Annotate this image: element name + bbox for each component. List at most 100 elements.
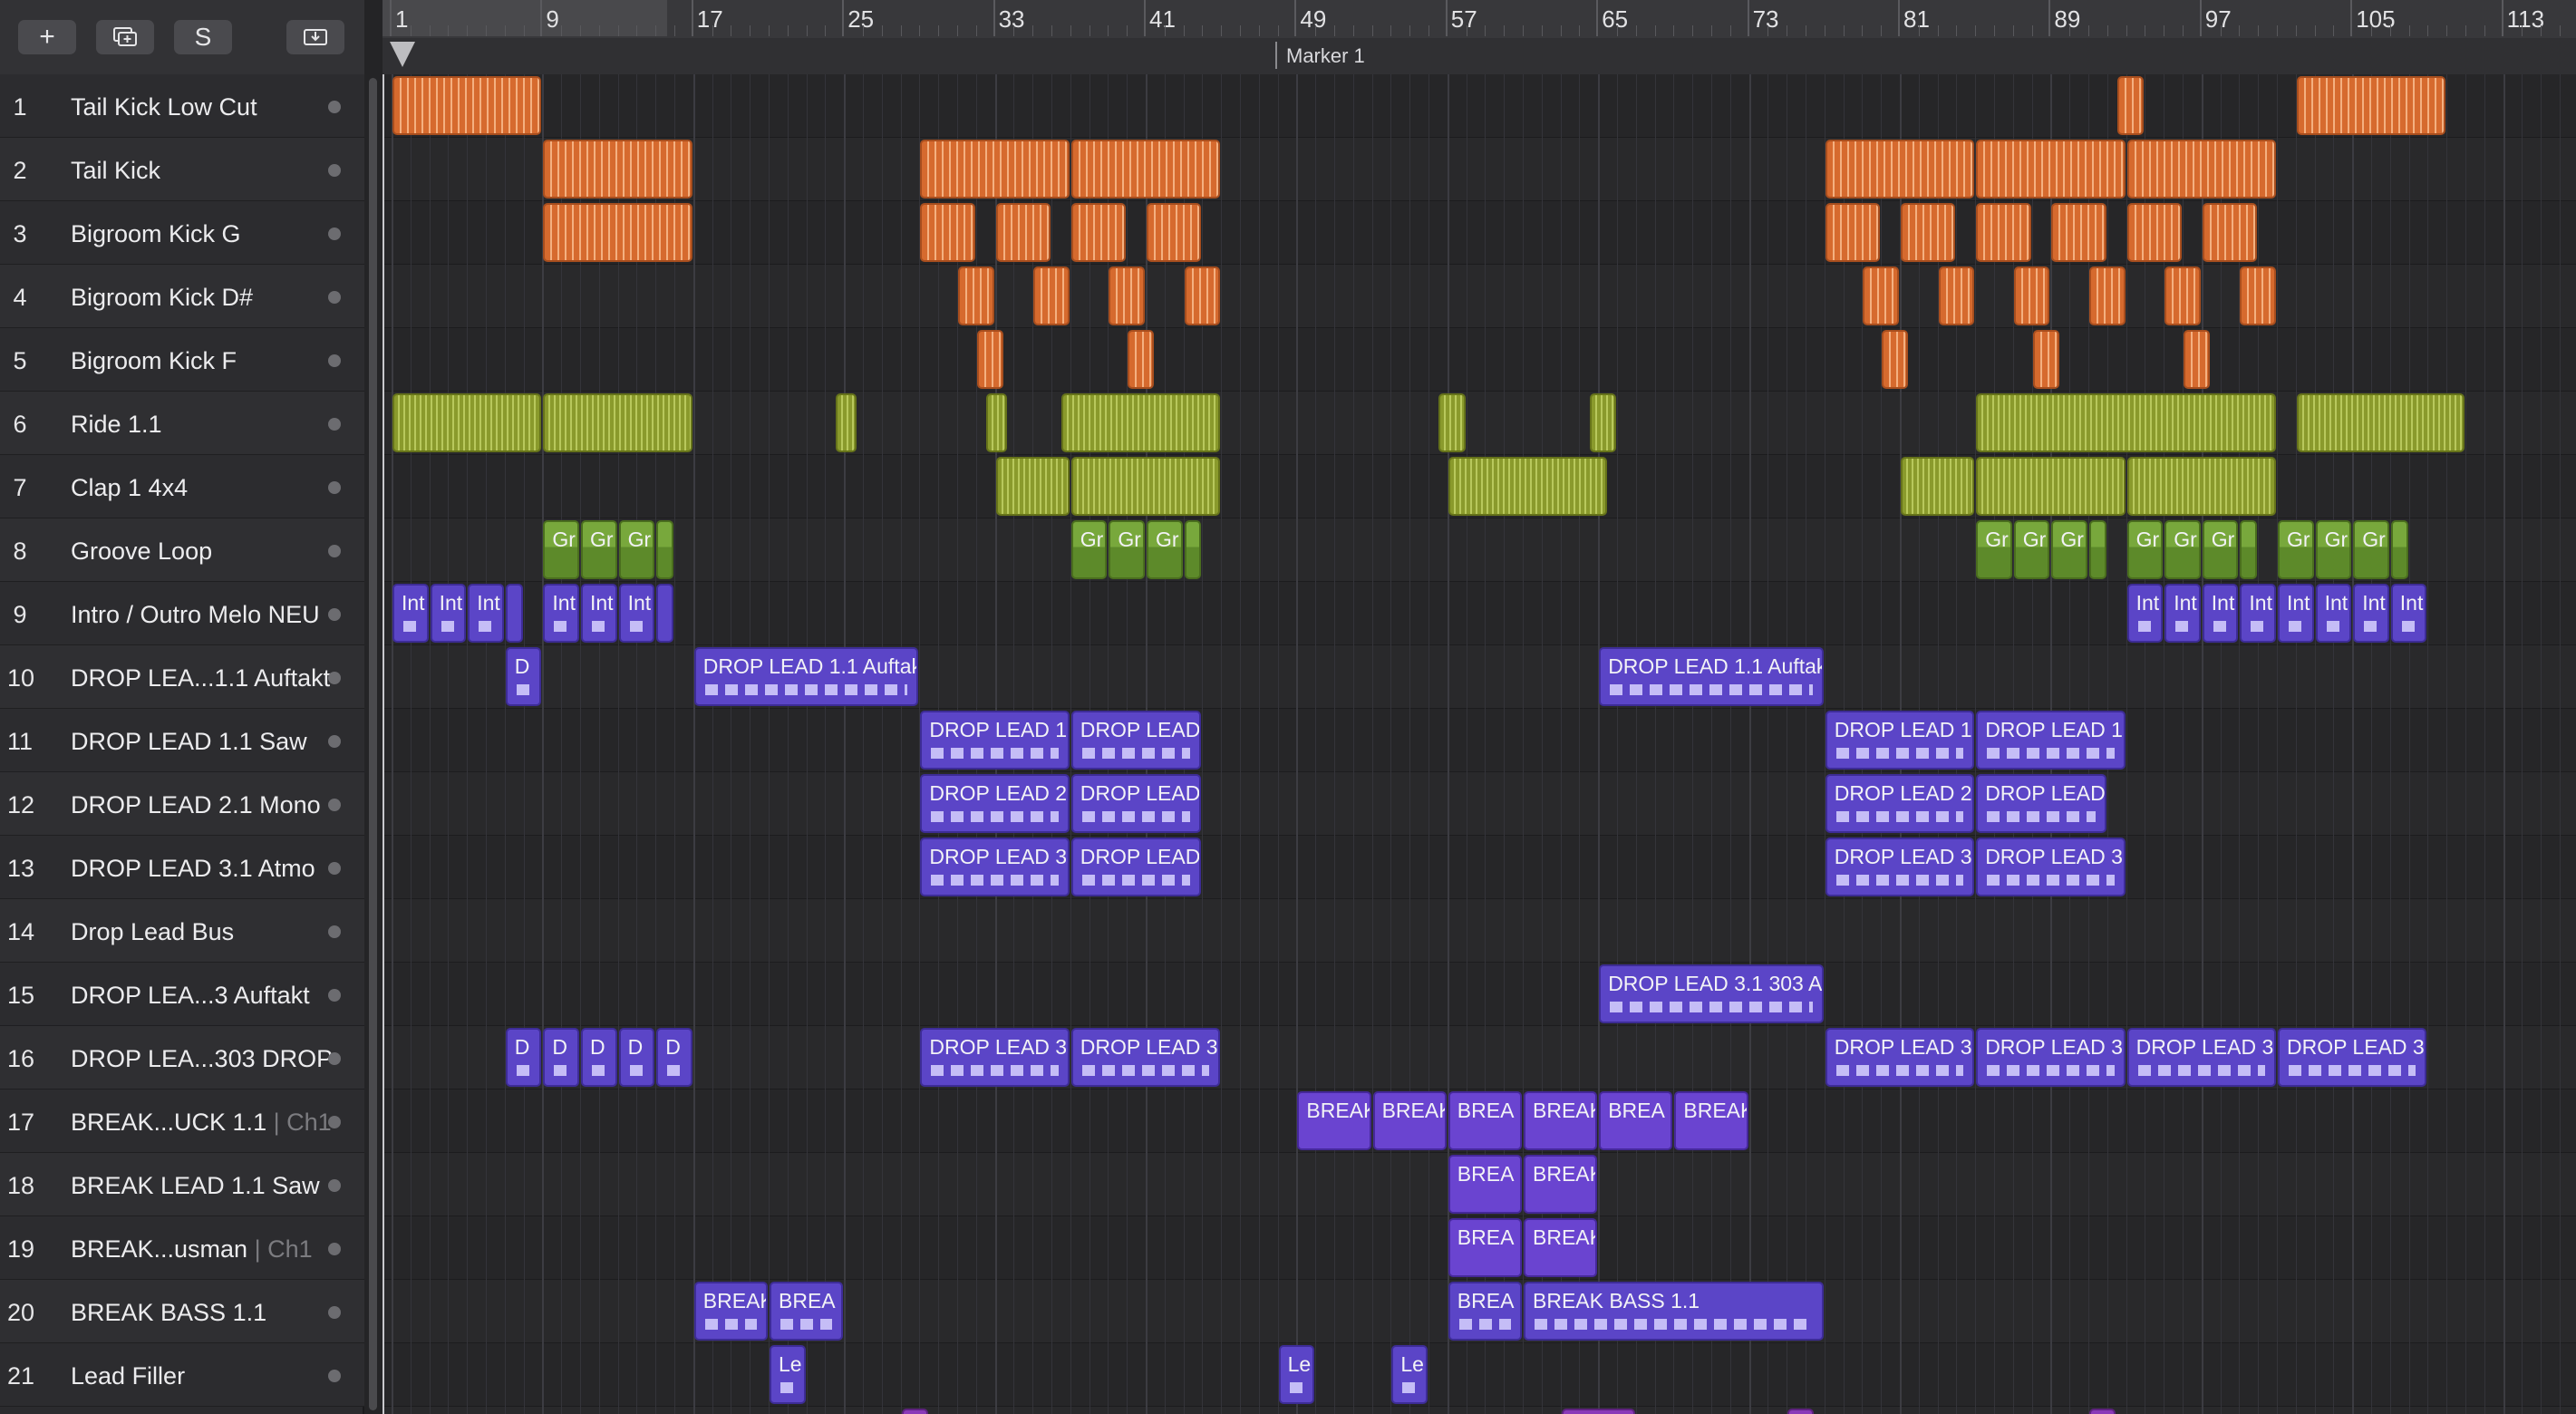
- track-header-2[interactable]: 2 Tail Kick: [0, 138, 364, 201]
- region[interactable]: Gr: [2315, 520, 2352, 579]
- record-enable-icon[interactable]: [328, 164, 341, 177]
- region[interactable]: BREAK: [1297, 1091, 1371, 1150]
- region[interactable]: Gr: [618, 520, 655, 579]
- track-name[interactable]: Bigroom Kick D#: [71, 284, 253, 312]
- region[interactable]: DROP LEAD 2.: [920, 774, 1070, 833]
- bar-ruler[interactable]: 1 9 17 25 33 41 49 57 65 73 81 89 97 105 113 Marker 1: [383, 0, 2576, 75]
- region[interactable]: DROP LEAD: [1070, 711, 1202, 770]
- region[interactable]: Int: [2353, 584, 2389, 643]
- track-header-13[interactable]: 13 DROP LEAD 3.1 Atmo: [0, 836, 364, 899]
- region[interactable]: BREA: [1448, 1155, 1522, 1214]
- region[interactable]: [656, 584, 673, 643]
- region[interactable]: D: [581, 1028, 617, 1087]
- track-name[interactable]: BREAK BASS 1.1: [71, 1299, 266, 1327]
- region[interactable]: [1589, 393, 1616, 452]
- record-enable-icon[interactable]: [328, 1370, 341, 1382]
- region[interactable]: [2126, 203, 2182, 262]
- region[interactable]: BREA: [1448, 1282, 1522, 1341]
- marker-lane[interactable]: [383, 38, 2576, 74]
- region[interactable]: [656, 520, 673, 579]
- region[interactable]: [986, 393, 1008, 452]
- region[interactable]: Gr: [2353, 520, 2389, 579]
- track-name[interactable]: BREAK...usman | Ch1: [71, 1235, 313, 1264]
- record-enable-icon[interactable]: [328, 799, 341, 811]
- region[interactable]: Int: [430, 584, 467, 643]
- record-enable-icon[interactable]: [328, 354, 341, 367]
- region[interactable]: DROP LEAD: [1976, 774, 2106, 833]
- region[interactable]: [1128, 330, 1155, 389]
- track-header-9[interactable]: 9 Intro / Outro Melo NEU: [0, 582, 364, 645]
- record-enable-icon[interactable]: [328, 545, 341, 557]
- region[interactable]: DROP LEAD: [1070, 774, 1202, 833]
- region[interactable]: DROP LEAD 3.1 303 A: [1599, 964, 1824, 1023]
- region[interactable]: [2240, 520, 2258, 579]
- region[interactable]: [1109, 266, 1145, 325]
- track-name[interactable]: DROP LEA...3 Auftakt: [71, 982, 310, 1010]
- region[interactable]: Int: [468, 584, 504, 643]
- track-header-6[interactable]: 6 Ride 1.1: [0, 392, 364, 455]
- region[interactable]: [543, 140, 692, 199]
- region[interactable]: DROP LEAD 3.: [1070, 1028, 1221, 1087]
- region[interactable]: [2089, 266, 2126, 325]
- track-header-12[interactable]: 12 DROP LEAD 2.1 Mono: [0, 772, 364, 836]
- add-track-button[interactable]: +: [18, 20, 76, 54]
- region[interactable]: [543, 393, 692, 452]
- region[interactable]: DROP LEAD: [1070, 838, 1202, 896]
- region[interactable]: [2390, 520, 2408, 579]
- region[interactable]: D: [505, 1028, 542, 1087]
- record-enable-icon[interactable]: [328, 862, 341, 875]
- region[interactable]: [2089, 1409, 2116, 1414]
- region[interactable]: Le: [1391, 1345, 1428, 1404]
- region[interactable]: Le: [770, 1345, 806, 1404]
- record-enable-icon[interactable]: [328, 735, 341, 748]
- region[interactable]: Int: [2390, 584, 2427, 643]
- region[interactable]: DROP LEAD 3.: [1976, 838, 2126, 896]
- region[interactable]: DROP LEAD 1.: [1976, 711, 2126, 770]
- region[interactable]: D: [505, 647, 542, 706]
- track-name[interactable]: DROP LEAD 2.1 Mono: [71, 791, 321, 819]
- region[interactable]: [1976, 203, 2031, 262]
- region[interactable]: [1938, 266, 1975, 325]
- track-name[interactable]: DROP LEAD 3.1 Atmo: [71, 855, 315, 883]
- region[interactable]: BREAK: [1674, 1091, 1748, 1150]
- region[interactable]: [1976, 457, 2126, 516]
- region[interactable]: DROP LEAD 3.: [2278, 1028, 2427, 1087]
- track-header-8[interactable]: 8 Groove Loop: [0, 518, 364, 582]
- region[interactable]: [2240, 266, 2276, 325]
- track-name[interactable]: BREAK...UCK 1.1 | Ch1: [71, 1109, 332, 1137]
- region[interactable]: [1070, 457, 1221, 516]
- solo-button[interactable]: S: [174, 20, 232, 54]
- region[interactable]: [958, 266, 994, 325]
- region[interactable]: Int: [618, 584, 655, 643]
- track-header-3[interactable]: 3 Bigroom Kick G: [0, 201, 364, 265]
- region[interactable]: [1070, 203, 1127, 262]
- duplicate-track-button[interactable]: [96, 20, 154, 54]
- region[interactable]: BREA: [1448, 1091, 1522, 1150]
- region[interactable]: [995, 457, 1070, 516]
- region[interactable]: [1787, 1409, 1815, 1414]
- region[interactable]: Gr: [543, 520, 579, 579]
- region[interactable]: DROP LEAD 1.: [1825, 711, 1975, 770]
- region[interactable]: BREAK: [1524, 1155, 1598, 1214]
- scrollbar-thumb[interactable]: [369, 78, 377, 1410]
- cycle-region[interactable]: [383, 0, 667, 36]
- region[interactable]: [2164, 266, 2201, 325]
- record-enable-icon[interactable]: [328, 101, 341, 113]
- region[interactable]: Int: [543, 584, 579, 643]
- region[interactable]: Int: [2126, 584, 2164, 643]
- record-enable-icon[interactable]: [328, 1243, 341, 1255]
- region[interactable]: [1863, 266, 1899, 325]
- region[interactable]: [1825, 203, 1881, 262]
- region[interactable]: Int: [392, 584, 429, 643]
- region[interactable]: [1976, 140, 2126, 199]
- region[interactable]: Int: [2164, 584, 2201, 643]
- record-enable-icon[interactable]: [328, 608, 341, 621]
- track-name[interactable]: Intro / Outro Melo NEU: [71, 601, 320, 629]
- region[interactable]: BREA: [1448, 1218, 1522, 1277]
- region[interactable]: [2013, 266, 2050, 325]
- region[interactable]: [1070, 140, 1221, 199]
- record-enable-icon[interactable]: [328, 1306, 341, 1319]
- region[interactable]: DROP LEAD 3.: [1976, 1028, 2126, 1087]
- region[interactable]: [920, 140, 1070, 199]
- region[interactable]: [2126, 140, 2276, 199]
